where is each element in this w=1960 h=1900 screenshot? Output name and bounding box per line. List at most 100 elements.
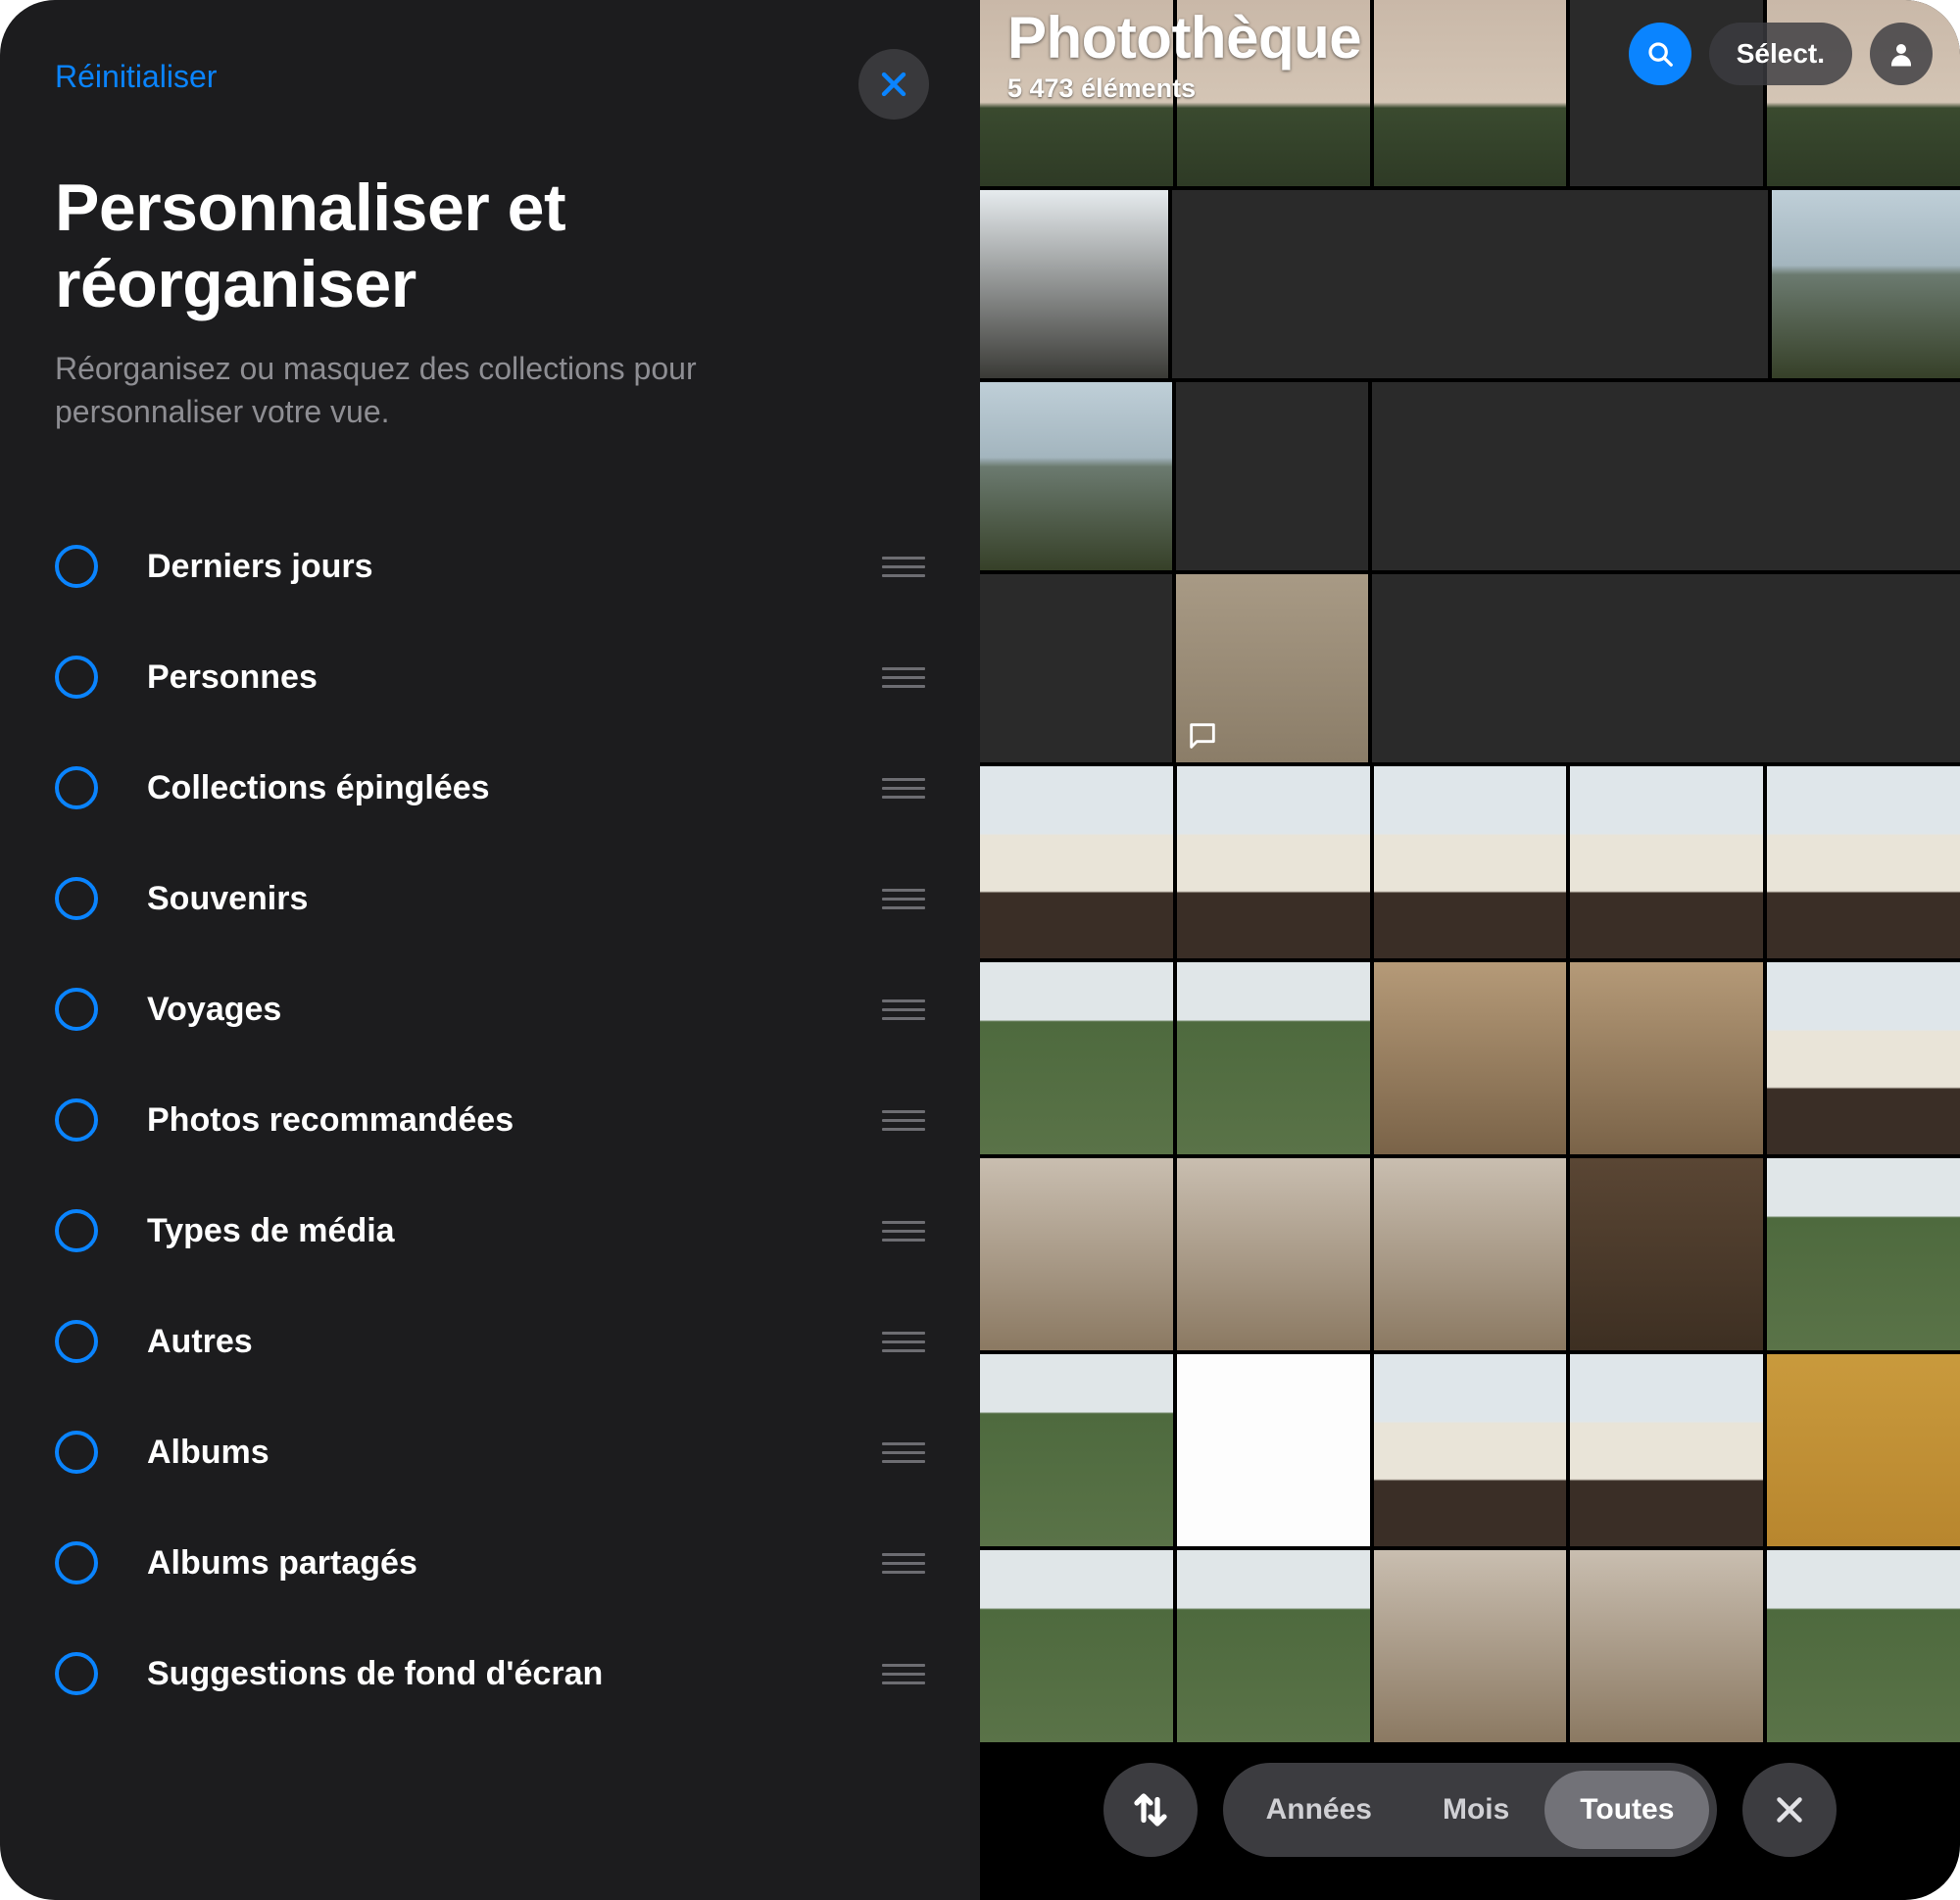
- photo-thumbnail[interactable]: [1374, 1354, 1567, 1546]
- drag-handle-icon[interactable]: [882, 889, 925, 909]
- list-item[interactable]: Albums: [55, 1397, 925, 1508]
- photo-thumbnail[interactable]: [980, 962, 1173, 1154]
- photo-thumbnail[interactable]: [980, 1354, 1173, 1546]
- radio-unchecked-icon[interactable]: [55, 1541, 98, 1584]
- photo-thumbnail[interactable]: [1374, 1158, 1567, 1350]
- list-item[interactable]: Voyages: [55, 954, 925, 1065]
- reset-button[interactable]: Réinitialiser: [55, 59, 217, 95]
- panel-title: Personnaliser et réorganiser: [55, 170, 925, 322]
- drag-handle-icon[interactable]: [882, 1442, 925, 1463]
- photo-thumbnail[interactable]: [1570, 1354, 1763, 1546]
- radio-unchecked-icon[interactable]: [55, 656, 98, 699]
- segment-all[interactable]: Toutes: [1544, 1771, 1709, 1849]
- list-item-label: Suggestions de fond d'écran: [147, 1655, 882, 1693]
- panel-subtitle: Réorganisez ou masquez des collections p…: [55, 348, 858, 432]
- list-item-label: Types de média: [147, 1212, 882, 1250]
- list-item-label: Souvenirs: [147, 880, 882, 918]
- photo-thumbnail[interactable]: [1372, 574, 1960, 762]
- radio-unchecked-icon[interactable]: [55, 877, 98, 920]
- photo-thumbnail[interactable]: [1374, 962, 1567, 1154]
- photo-thumbnail[interactable]: [1374, 1550, 1567, 1742]
- radio-unchecked-icon[interactable]: [55, 1652, 98, 1695]
- drag-handle-icon[interactable]: [882, 557, 925, 577]
- sort-button[interactable]: [1103, 1763, 1198, 1857]
- radio-unchecked-icon[interactable]: [55, 766, 98, 809]
- photo-thumbnail[interactable]: [1767, 766, 1960, 958]
- list-item-label: Photos recommandées: [147, 1101, 882, 1140]
- photo-thumbnail[interactable]: [1772, 190, 1960, 378]
- close-button[interactable]: [858, 49, 929, 120]
- list-item[interactable]: Photos recommandées: [55, 1065, 925, 1176]
- drag-handle-icon[interactable]: [882, 778, 925, 799]
- list-item[interactable]: Albums partagés: [55, 1508, 925, 1619]
- search-button[interactable]: [1629, 23, 1691, 85]
- view-toolbar: Années Mois Toutes: [980, 1763, 1960, 1857]
- segment-months[interactable]: Mois: [1407, 1771, 1544, 1849]
- drag-handle-icon[interactable]: [882, 1553, 925, 1574]
- radio-unchecked-icon[interactable]: [55, 1320, 98, 1363]
- search-icon: [1645, 39, 1675, 69]
- list-item[interactable]: Derniers jours: [55, 512, 925, 622]
- radio-unchecked-icon[interactable]: [55, 545, 98, 588]
- drag-handle-icon[interactable]: [882, 1664, 925, 1684]
- photo-thumbnail[interactable]: [1374, 766, 1567, 958]
- list-item[interactable]: Autres: [55, 1287, 925, 1397]
- photo-thumbnail[interactable]: [1767, 1158, 1960, 1350]
- photo-thumbnail[interactable]: [1570, 766, 1763, 958]
- list-item-label: Collections épinglées: [147, 769, 882, 807]
- list-item[interactable]: Souvenirs: [55, 844, 925, 954]
- select-button[interactable]: Sélect.: [1709, 23, 1852, 85]
- photo-thumbnail[interactable]: [1570, 1550, 1763, 1742]
- list-item[interactable]: Types de média: [55, 1176, 925, 1287]
- view-segmented-control: Années Mois Toutes: [1223, 1763, 1718, 1857]
- person-icon: [1886, 39, 1916, 69]
- collections-list: Derniers jours Personnes Collections épi…: [55, 512, 925, 1729]
- radio-unchecked-icon[interactable]: [55, 1209, 98, 1252]
- photo-thumbnail[interactable]: [1177, 766, 1370, 958]
- photo-thumbnail[interactable]: [1372, 382, 1960, 570]
- photo-thumbnail[interactable]: [980, 1158, 1173, 1350]
- radio-unchecked-icon[interactable]: [55, 1431, 98, 1474]
- photo-thumbnail[interactable]: [980, 766, 1173, 958]
- library-header: Photothèque 5 473 éléments Sélect.: [980, 4, 1960, 104]
- photo-thumbnail[interactable]: [980, 190, 1168, 378]
- comment-icon: [1186, 719, 1219, 753]
- sort-arrows-icon: [1130, 1789, 1171, 1830]
- photo-thumbnail[interactable]: [1176, 382, 1368, 570]
- photo-thumbnail[interactable]: [1177, 1354, 1370, 1546]
- drag-handle-icon[interactable]: [882, 1110, 925, 1131]
- drag-handle-icon[interactable]: [882, 1332, 925, 1352]
- photo-thumbnail[interactable]: [1177, 1550, 1370, 1742]
- photo-thumbnail[interactable]: [1767, 962, 1960, 1154]
- list-item[interactable]: Collections épinglées: [55, 733, 925, 844]
- list-item[interactable]: Personnes: [55, 622, 925, 733]
- list-item[interactable]: Suggestions de fond d'écran: [55, 1619, 925, 1729]
- drag-handle-icon[interactable]: [882, 999, 925, 1020]
- close-view-button[interactable]: [1742, 1763, 1837, 1857]
- photo-thumbnail[interactable]: [1177, 1158, 1370, 1350]
- customize-panel: Réinitialiser Personnaliser et réorganis…: [0, 0, 980, 1900]
- library-item-count: 5 473 éléments: [1007, 73, 1611, 104]
- radio-unchecked-icon[interactable]: [55, 1098, 98, 1142]
- radio-unchecked-icon[interactable]: [55, 988, 98, 1031]
- list-item-label: Albums: [147, 1434, 882, 1472]
- drag-handle-icon[interactable]: [882, 1221, 925, 1242]
- segment-years[interactable]: Années: [1231, 1771, 1407, 1849]
- photo-thumbnail[interactable]: [1570, 962, 1763, 1154]
- profile-button[interactable]: [1870, 23, 1933, 85]
- library-panel: Photothèque 5 473 éléments Sélect. Année…: [980, 0, 1960, 1900]
- photo-thumbnail[interactable]: [1176, 574, 1368, 762]
- close-icon: [877, 68, 910, 101]
- photo-thumbnail[interactable]: [1172, 190, 1768, 378]
- photo-thumbnail[interactable]: [1177, 962, 1370, 1154]
- photo-thumbnail[interactable]: [1767, 1550, 1960, 1742]
- photo-thumbnail[interactable]: [980, 382, 1172, 570]
- photo-thumbnail[interactable]: [1570, 1158, 1763, 1350]
- photo-grid: [980, 0, 1960, 1742]
- photo-thumbnail[interactable]: [980, 574, 1172, 762]
- library-title: Photothèque: [1007, 4, 1611, 72]
- drag-handle-icon[interactable]: [882, 667, 925, 688]
- photo-thumbnail[interactable]: [1767, 1354, 1960, 1546]
- list-item-label: Voyages: [147, 991, 882, 1029]
- photo-thumbnail[interactable]: [980, 1550, 1173, 1742]
